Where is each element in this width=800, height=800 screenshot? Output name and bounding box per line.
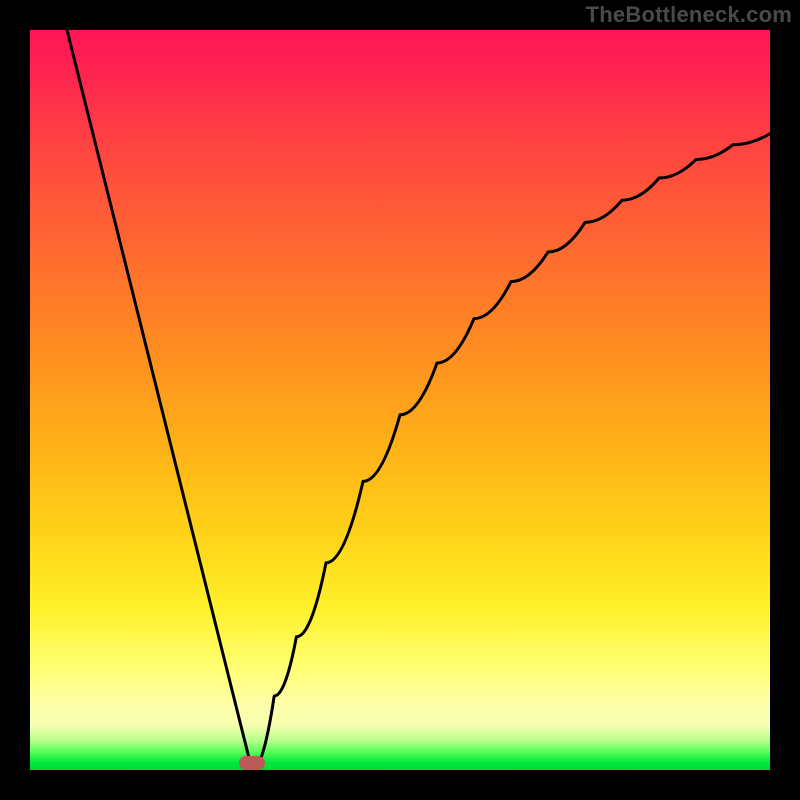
plot-area [30,30,770,770]
curve-path [67,30,770,770]
watermark-text: TheBottleneck.com [586,2,792,28]
bottleneck-curve [30,30,770,770]
chart-frame: TheBottleneck.com [0,0,800,800]
optimal-marker [239,756,265,770]
